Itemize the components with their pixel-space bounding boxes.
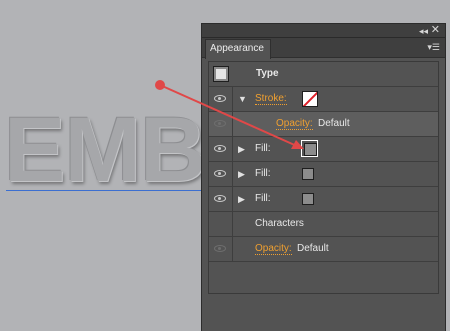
fill-color-swatch-selected[interactable]: [301, 140, 318, 157]
visibility-toggle[interactable]: [209, 237, 233, 261]
stroke-row[interactable]: ▼ Stroke:: [209, 87, 438, 112]
panel-menu-icon[interactable]: ▾☰: [427, 42, 440, 52]
fill-label: Fill:: [255, 193, 271, 204]
appearance-attribute-list: Type ▼ Stroke: Opacity: Default ▶ Fill: …: [208, 61, 439, 294]
fill-row[interactable]: ▶ Fill:: [209, 187, 438, 212]
disclosure-collapsed-icon[interactable]: ▶: [238, 169, 245, 179]
tab-appearance[interactable]: Appearance: [205, 39, 271, 59]
visibility-toggle[interactable]: [209, 162, 233, 186]
fill-row[interactable]: ▶ Fill:: [209, 137, 438, 162]
visibility-toggle[interactable]: [209, 187, 233, 211]
fill-color-swatch[interactable]: [302, 193, 314, 205]
eye-icon[interactable]: [214, 170, 226, 177]
type-label: Type: [256, 68, 279, 79]
fill-label: Fill:: [255, 168, 271, 179]
disclosure-collapsed-icon[interactable]: ▶: [238, 144, 245, 154]
eye-icon[interactable]: [214, 145, 226, 152]
visibility-toggle[interactable]: [209, 112, 233, 136]
panel-tab-bar: Appearance ▾☰: [202, 38, 445, 59]
visibility-toggle-empty: [209, 212, 233, 236]
eye-icon[interactable]: [214, 245, 226, 252]
fill-row[interactable]: ▶ Fill:: [209, 162, 438, 187]
opacity-row[interactable]: Opacity: Default: [209, 237, 438, 262]
type-thumbnail-icon: [213, 66, 229, 82]
stroke-opacity-value: Default: [318, 118, 350, 129]
stroke-label-link[interactable]: Stroke:: [255, 93, 287, 105]
stroke-none-swatch[interactable]: [302, 91, 318, 107]
stroke-opacity-row[interactable]: Opacity: Default: [209, 112, 438, 137]
visibility-toggle[interactable]: [209, 87, 233, 111]
disclosure-expanded-icon[interactable]: ▼: [238, 94, 247, 104]
fill-color-swatch[interactable]: [302, 168, 314, 180]
eye-icon[interactable]: [214, 120, 226, 127]
eye-icon[interactable]: [214, 195, 226, 202]
embossed-art-text[interactable]: EMB: [4, 104, 206, 196]
appearance-panel: ◂◂ ✕ Appearance ▾☰ Type ▼ Stroke: Opacit…: [201, 23, 446, 331]
characters-row[interactable]: Characters: [209, 212, 438, 237]
opacity-label-link[interactable]: Opacity:: [255, 243, 292, 255]
stroke-opacity-label-link[interactable]: Opacity:: [276, 118, 313, 130]
close-icon[interactable]: ✕: [431, 24, 440, 36]
eye-icon[interactable]: [214, 95, 226, 102]
characters-label: Characters: [255, 218, 304, 229]
disclosure-collapsed-icon[interactable]: ▶: [238, 194, 245, 204]
opacity-value: Default: [297, 243, 329, 254]
text-baseline-guide: [6, 190, 206, 191]
fill-label: Fill:: [255, 143, 271, 154]
visibility-toggle[interactable]: [209, 137, 233, 161]
panel-title-bar[interactable]: ◂◂ ✕: [202, 24, 445, 38]
double-chevron-right-icon[interactable]: ◂◂: [419, 25, 428, 37]
type-row[interactable]: Type: [209, 62, 438, 87]
